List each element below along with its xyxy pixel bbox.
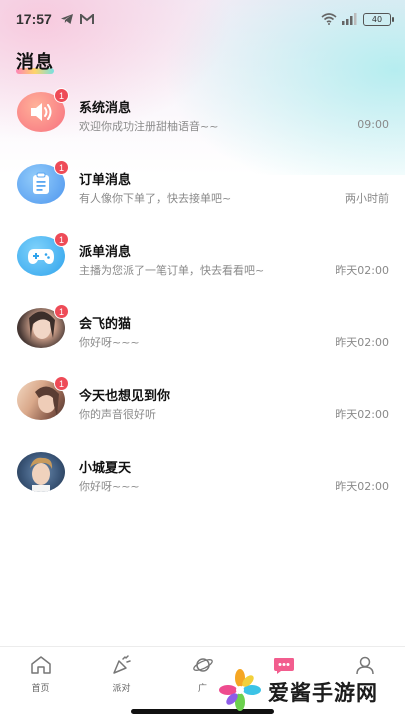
status-time: 17:57: [16, 11, 52, 27]
message-list: 1 系统消息 欢迎你成功注册甜柚语音~~ 09:00 1 订单消息 有人像你下单…: [0, 76, 405, 508]
list-item[interactable]: 1 系统消息 欢迎你成功注册甜柚语音~~ 09:00: [0, 76, 405, 148]
pinwheel-logo-icon: [218, 668, 262, 716]
list-item[interactable]: 1 订单消息 有人像你下单了，快去接单吧~ 两小时前: [0, 148, 405, 220]
wifi-icon: [321, 10, 337, 29]
status-bar: 17:57 40: [0, 0, 405, 38]
list-item[interactable]: 1 今天也想见到你 你的声音很好听 昨天02:00: [0, 364, 405, 436]
message-name: 系统消息: [79, 101, 132, 116]
message-preview: 有人像你下单了，快去接单吧~: [79, 192, 232, 205]
unread-badge: 1: [54, 232, 69, 247]
page-title: 消息: [16, 52, 54, 73]
message-preview: 欢迎你成功注册甜柚语音~~: [79, 120, 219, 133]
user-avatar: [17, 452, 65, 492]
list-item[interactable]: 1 派单消息 主播为您派了一笔订单，快去看看吧~ 昨天02:00: [0, 220, 405, 292]
message-name: 订单消息: [79, 173, 132, 188]
battery-icon: 40: [363, 12, 394, 26]
party-icon: [111, 655, 133, 679]
gmail-icon: [79, 10, 94, 29]
unread-badge: 1: [54, 376, 69, 391]
watermark-text: 爱酱手游网: [268, 681, 378, 705]
message-time: 昨天02:00: [335, 408, 389, 421]
message-preview: 你的声音很好听: [79, 408, 156, 421]
home-icon: [30, 655, 52, 679]
telegram-icon: [60, 10, 74, 29]
message-time: 昨天02:00: [335, 480, 389, 493]
tab-home[interactable]: 首页: [0, 647, 81, 696]
message-time: 09:00: [357, 118, 389, 131]
message-time: 昨天02:00: [335, 336, 389, 349]
unread-badge: 1: [54, 160, 69, 175]
message-name: 会飞的猫: [79, 317, 132, 332]
tab-label: 首页: [31, 684, 50, 694]
message-preview: 你好呀~~~: [79, 336, 140, 349]
message-name: 今天也想见到你: [79, 389, 171, 404]
signal-icon: [342, 10, 358, 29]
message-name: 小城夏天: [79, 461, 132, 476]
message-name: 派单消息: [79, 245, 132, 260]
list-item[interactable]: 小城夏天 你好呀~~~ 昨天02:00: [0, 436, 405, 508]
unread-badge: 1: [54, 304, 69, 319]
tab-label: 广: [197, 684, 207, 694]
watermark: 爱酱手游网: [218, 664, 405, 720]
message-time: 两小时前: [345, 192, 389, 205]
unread-badge: 1: [54, 88, 69, 103]
tab-party[interactable]: 派对: [81, 647, 162, 696]
message-preview: 主播为您派了一笔订单，快去看看吧~: [79, 264, 265, 277]
message-preview: 你好呀~~~: [79, 480, 140, 493]
message-time: 昨天02:00: [335, 264, 389, 277]
planet-icon: [192, 655, 214, 679]
list-item[interactable]: 1 会飞的猫 你好呀~~~ 昨天02:00: [0, 292, 405, 364]
tab-label: 派对: [112, 684, 131, 694]
